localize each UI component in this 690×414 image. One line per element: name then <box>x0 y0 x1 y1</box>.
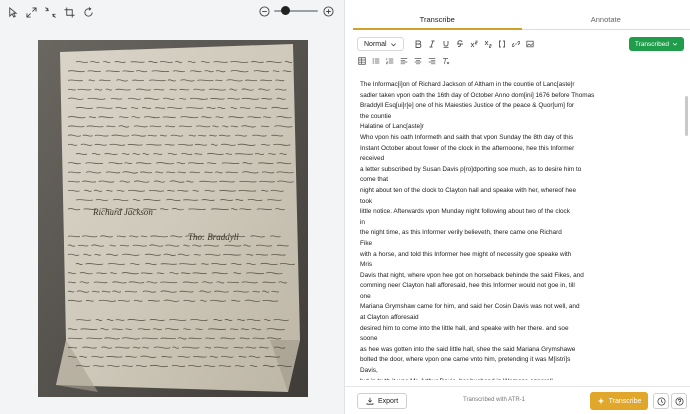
transcription-line: Fike <box>360 239 373 247</box>
transcription-line: Who vpon his oath Informeth and saith th… <box>360 133 574 141</box>
chevron-down-icon <box>672 42 678 46</box>
bold-icon[interactable] <box>414 39 423 50</box>
history-button[interactable] <box>653 393 669 409</box>
underline-icon[interactable] <box>442 39 451 50</box>
action-bar: Export Transcribed with ATR-1 Transcribe <box>345 386 690 414</box>
transcribe-button[interactable]: Transcribe <box>590 392 648 410</box>
clock-icon <box>657 397 665 405</box>
collapse-icon[interactable] <box>44 6 57 19</box>
numbered-list-icon[interactable] <box>385 57 394 66</box>
model-label: Transcribed with ATR-1 <box>463 397 526 403</box>
tab-transcribe[interactable]: Transcribe <box>353 10 522 30</box>
transcription-line: come that <box>360 176 389 184</box>
chevron-down-icon <box>390 42 396 46</box>
align-center-icon[interactable] <box>413 57 422 66</box>
zoom-in-icon[interactable] <box>322 5 334 17</box>
crop-icon[interactable] <box>63 6 76 19</box>
panel-tabs: Transcribe Annotate <box>353 10 690 30</box>
transcription-line: the countie <box>360 112 392 120</box>
transcription-line: soone <box>360 335 378 343</box>
transcription-line: at Clayton afforesaid <box>360 314 419 322</box>
transcription-line: but in truth it was Mr. Arthur Davis, he… <box>360 377 682 380</box>
zoom-controls <box>258 5 334 17</box>
format-toolbar: Normal Transcribed <box>357 37 684 51</box>
align-right-icon[interactable] <box>427 57 436 66</box>
svg-text:Richard Jackson: Richard Jackson <box>92 207 153 217</box>
superscript-icon[interactable] <box>470 39 479 50</box>
transcription-line: as hee was gotten into the said little h… <box>360 345 576 353</box>
rotate-icon[interactable] <box>82 6 95 19</box>
image-icon[interactable] <box>526 39 535 50</box>
zoom-slider-thumb[interactable] <box>281 6 290 15</box>
text-style-value: Normal <box>364 40 387 48</box>
zoom-slider[interactable] <box>274 5 318 17</box>
text-style-select[interactable]: Normal <box>357 37 404 51</box>
transcription-status-button[interactable]: Transcribed <box>628 37 684 51</box>
table-icon[interactable] <box>357 57 366 66</box>
transcription-line: in <box>360 218 365 226</box>
editor-scrollbar[interactable] <box>685 96 688 136</box>
select-tool-icon[interactable] <box>6 6 19 19</box>
transcribe-label: Transcribe <box>608 397 642 405</box>
svg-text:Tho: Braddyll: Tho: Braddyll <box>188 232 239 242</box>
manuscript-page-image: Richard Jackson Tho: Braddyll <box>38 40 308 397</box>
transcription-line: Halatine of Lanc[aste]r <box>360 123 424 131</box>
export-label: Export <box>378 397 399 405</box>
zoom-out-icon[interactable] <box>258 5 270 17</box>
italic-icon[interactable] <box>428 39 437 50</box>
subscript-icon[interactable] <box>484 39 493 50</box>
bracket-icon[interactable] <box>498 39 507 50</box>
transcription-line: the night time, as this Informer verily … <box>360 229 562 237</box>
transcription-line: one <box>360 292 371 300</box>
transcription-line: took <box>360 197 373 205</box>
align-left-icon[interactable] <box>399 57 408 66</box>
strikethrough-icon[interactable] <box>456 39 465 50</box>
image-viewer: Richard Jackson Tho: Braddyll <box>0 0 345 414</box>
transcription-line: night about ten of the clock to Clayton … <box>360 186 577 194</box>
clear-format-icon[interactable] <box>441 57 450 66</box>
transcription-line: sadler taken vpon oath the 16th day of O… <box>360 91 595 99</box>
transcription-line: Mris <box>360 261 373 269</box>
question-icon <box>675 397 683 405</box>
transcription-line: comming neer Clayton hall afforesaid, he… <box>360 282 575 290</box>
paragraph-toolbar <box>357 56 450 66</box>
transcription-line: a letter subscribed by Susan Davis p[ro]… <box>360 165 582 173</box>
transcription-panel: Transcribe Annotate Normal Transcribed T… <box>345 0 690 414</box>
export-button[interactable]: Export <box>357 393 408 409</box>
document-image[interactable]: Richard Jackson Tho: Braddyll <box>38 40 308 397</box>
transcription-line: Mariana Grymshaw came for him, and said … <box>360 303 580 311</box>
transcription-line: received <box>360 155 385 163</box>
link-icon[interactable] <box>512 39 521 50</box>
tab-annotate[interactable]: Annotate <box>521 10 690 30</box>
download-icon <box>366 397 374 405</box>
expand-icon[interactable] <box>25 6 38 19</box>
transcription-line: little notice. Afterwards vpon Munday ni… <box>360 208 570 216</box>
transcription-line: with a horse, and told this Informer hee… <box>360 250 572 258</box>
transcription-line: Davis, <box>360 367 378 375</box>
sparkle-icon <box>597 397 605 405</box>
transcription-line: desired him to come into the little hall… <box>360 324 569 332</box>
transcription-line: Braddyll Esq[ui]r[e] one of his Maiestie… <box>360 102 575 110</box>
transcription-line: Instant October about fower of the clock… <box>360 144 575 152</box>
transcription-line: The Informac[i]on of Richard Jackson of … <box>360 81 575 88</box>
transcription-editor[interactable]: The Informac[i]on of Richard Jackson of … <box>360 80 682 380</box>
app-root: Richard Jackson Tho: Braddyll Transcribe… <box>0 0 690 414</box>
transcription-line: bolted the door, where vpon one came vnt… <box>360 356 571 364</box>
status-label: Transcribed <box>634 40 669 48</box>
transcription-line: Davis that night, where vpon hee got on … <box>360 271 584 279</box>
format-buttons <box>414 39 535 50</box>
help-button[interactable] <box>671 393 687 409</box>
bullet-list-icon[interactable] <box>371 57 380 66</box>
